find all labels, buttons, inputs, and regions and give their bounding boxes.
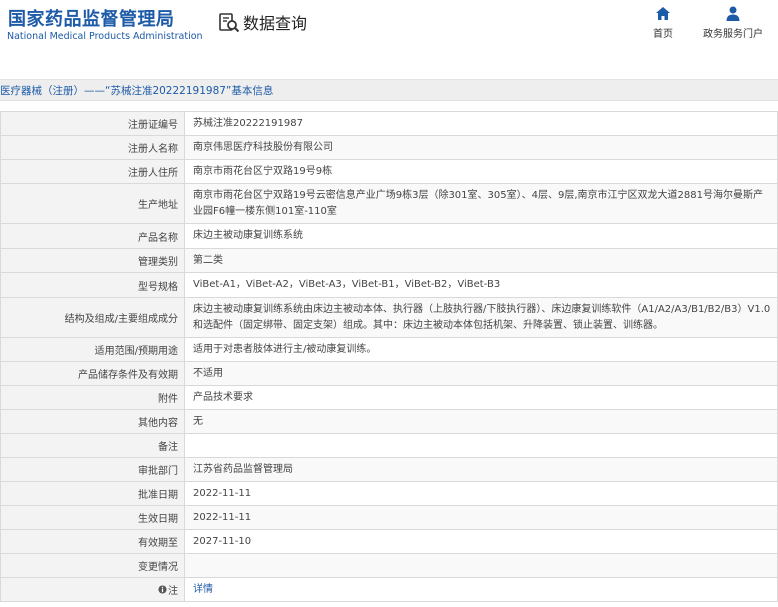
field-value — [184, 433, 778, 458]
field-label: 适用范围/预期用途 — [0, 337, 185, 362]
field-value: 床边主被动康复训练系统由床边主被动本体、执行器（上肢执行器/下肢执行器）、床边康… — [184, 297, 778, 338]
info-icon — [158, 585, 167, 594]
field-value — [184, 553, 778, 578]
field-label: 管理类别 — [0, 248, 185, 273]
nav-service-portal[interactable]: 政务服务门户 — [700, 6, 766, 40]
field-label: 变更情况 — [0, 553, 185, 578]
table-row: 批准日期 2022-11-11 — [0, 481, 778, 506]
section-title: 数据查询 — [218, 10, 307, 34]
user-icon — [726, 6, 740, 21]
field-label: 附件 — [0, 385, 185, 410]
details-link[interactable]: 详情 — [193, 584, 213, 595]
table-row: 管理类别 第二类 — [0, 248, 778, 273]
field-label: 审批部门 — [0, 457, 185, 482]
table-row: 审批部门 江苏省药品监督管理局 — [0, 457, 778, 482]
data-query-icon — [219, 13, 240, 33]
table-row: 有效期至 2027-11-10 — [0, 529, 778, 554]
field-value: 苏械注准20222191987 — [184, 111, 778, 136]
field-label: 结构及组成/主要组成成分 — [0, 297, 185, 338]
table-row: 结构及组成/主要组成成分 床边主被动康复训练系统由床边主被动本体、执行器（上肢执… — [0, 297, 778, 338]
table-row: 生产地址 南京市雨花台区宁双路19号云密信息产业广场9栋3层（除301室、305… — [0, 183, 778, 224]
field-value: 南京市雨花台区宁双路19号9栋 — [184, 159, 778, 184]
field-label: 生效日期 — [0, 505, 185, 530]
field-label: 型号规格 — [0, 272, 185, 298]
field-label: 注 — [168, 586, 178, 597]
registration-info-table: 注册证编号 苏械注准20222191987 注册人名称 南京伟思医疗科技股份有限… — [0, 111, 778, 602]
table-row: 注册证编号 苏械注准20222191987 — [0, 111, 778, 136]
field-label: 有效期至 — [0, 529, 185, 554]
table-row: 注 详情 — [0, 577, 778, 602]
table-row: 型号规格 ViBet-A1，ViBet-A2，ViBet-A3，ViBet-B1… — [0, 272, 778, 298]
field-label: 其他内容 — [0, 409, 185, 434]
site-logo-title[interactable]: 国家药品监督管理局 — [8, 5, 175, 31]
table-row: 产品名称 床边主被动康复训练系统 — [0, 223, 778, 249]
field-value: 床边主被动康复训练系统 — [184, 223, 778, 249]
home-icon — [656, 7, 670, 20]
nav-home-label: 首页 — [653, 29, 673, 40]
section-title-label: 数据查询 — [243, 14, 308, 33]
field-value: ViBet-A1，ViBet-A2，ViBet-A3，ViBet-B1，ViBe… — [184, 272, 778, 298]
field-label: 注册人住所 — [0, 159, 185, 184]
field-value: 适用于对患者肢体进行主/被动康复训练。 — [184, 337, 778, 362]
field-label: 备注 — [0, 433, 185, 458]
field-value: 无 — [184, 409, 778, 434]
field-value: 南京市雨花台区宁双路19号云密信息产业广场9栋3层（除301室、305室）、4层… — [184, 183, 778, 224]
record-title-bar: 医疗器械（注册）——“苏械注准20222191987”基本信息 — [0, 79, 778, 101]
table-row: 附件 产品技术要求 — [0, 385, 778, 410]
table-row: 注册人住所 南京市雨花台区宁双路19号9栋 — [0, 159, 778, 184]
field-value: 2022-11-11 — [184, 505, 778, 530]
nav-service-portal-label: 政务服务门户 — [703, 29, 763, 40]
table-row: 注册人名称 南京伟思医疗科技股份有限公司 — [0, 135, 778, 160]
record-title: 医疗器械（注册）——“苏械注准20222191987”基本信息 — [0, 85, 274, 97]
field-value: 2027-11-10 — [184, 529, 778, 554]
table-row: 变更情况 — [0, 553, 778, 578]
field-label: 注册证编号 — [0, 111, 185, 136]
table-row: 其他内容 无 — [0, 409, 778, 434]
table-row: 生效日期 2022-11-11 — [0, 505, 778, 530]
field-label: 产品储存条件及有效期 — [0, 361, 185, 386]
field-label: 产品名称 — [0, 223, 185, 249]
field-label: 生产地址 — [0, 183, 185, 224]
note-label-cell: 注 — [0, 577, 185, 602]
note-value-cell: 详情 — [184, 577, 778, 602]
field-value: 江苏省药品监督管理局 — [184, 457, 778, 482]
field-value: 2022-11-11 — [184, 481, 778, 506]
nav-home[interactable]: 首页 — [650, 6, 676, 40]
field-label: 批准日期 — [0, 481, 185, 506]
site-header: 国家药品监督管理局 National Medical Products Admi… — [0, 0, 778, 68]
table-row: 适用范围/预期用途 适用于对患者肢体进行主/被动康复训练。 — [0, 337, 778, 362]
field-label: 注册人名称 — [0, 135, 185, 160]
site-logo-subtitle: National Medical Products Administration — [7, 31, 203, 42]
table-row: 产品储存条件及有效期 不适用 — [0, 361, 778, 386]
field-value: 产品技术要求 — [184, 385, 778, 410]
field-value: 南京伟思医疗科技股份有限公司 — [184, 135, 778, 160]
field-value: 第二类 — [184, 248, 778, 273]
field-value: 不适用 — [184, 361, 778, 386]
table-row: 备注 — [0, 433, 778, 458]
